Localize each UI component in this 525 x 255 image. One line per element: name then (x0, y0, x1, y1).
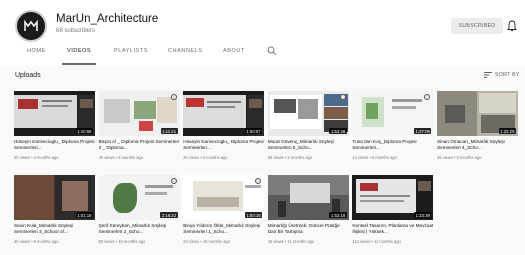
video-title[interactable]: Şerif Süreyban_Mimarlık Söyleşi Seminerl… (99, 223, 180, 236)
video-meta: 50 views • 3 months ago (267, 155, 313, 160)
video-title[interactable]: Kentsel Tasarım, Planlama ve Mevzuat İli… (352, 223, 433, 236)
video-duration: 1:11:21 (160, 128, 178, 134)
video-title[interactable]: Hüseyin Karivecioglu_ Diploma Projesi Se… (14, 139, 95, 152)
video-grid: 1:10:56 Hüseyin Karivecioglu_ Diploma Pr… (14, 91, 518, 255)
channel-header: MarUn_Architecture 68 subscribers SUBSCR… (0, 0, 525, 66)
video-duration: 1:10:56 (75, 128, 93, 134)
video-title[interactable]: Murat Güvenç_Mimarlık Söyleşi Seminerler… (268, 139, 349, 152)
video-meta: 20 views • 3 months ago (183, 155, 228, 160)
video-thumbnail[interactable]: 2:16:22 (98, 175, 180, 220)
uploads-heading: Uploads (15, 72, 41, 79)
video-duration: 1:53:49 (329, 128, 347, 134)
video-title[interactable]: Binya Yıldırım Ölde_Mimarlık Söyleşi Sem… (183, 223, 264, 236)
video-thumbnail[interactable]: 1:27:09 (352, 91, 434, 136)
video-title[interactable]: Sevin Kula_Mimarlık Söyleşi Seminerleri … (14, 223, 95, 236)
video-card[interactable]: 1:27:09 Tuna Ilan Koç_Diploma Projesi Se… (352, 91, 434, 173)
tab-channels[interactable]: CHANNELS (168, 48, 202, 54)
video-title[interactable]: Hüseyin Karivecioglu_ Diploma Projesi Se… (183, 139, 264, 152)
channel-avatar[interactable] (15, 10, 47, 42)
video-thumbnail[interactable]: 1:50:07 (183, 91, 265, 136)
video-card[interactable]: 1:52:18 Mimarlığı Üretmek: Güncel Pratiğ… (267, 175, 349, 255)
video-thumbnail[interactable]: 1:11:21 (98, 91, 180, 136)
video-card[interactable]: 1:22:29 Sinan Omacan_Mimarlık Söyleşi Se… (436, 91, 518, 173)
video-thumbnail[interactable]: 1:50:18 (183, 175, 265, 220)
sort-icon (484, 72, 492, 78)
presenter-badge (424, 94, 431, 100)
video-meta: 30 views • 3 months ago (98, 155, 144, 160)
presenter-badge (339, 94, 346, 100)
video-duration: 1:50:07 (244, 128, 263, 134)
video-title[interactable]: Tuna Ilan Koç_Diploma Projesi Seminerler… (352, 139, 433, 152)
video-thumbnail[interactable]: 1:10:56 (14, 91, 95, 136)
sort-by-label: SORT BY (495, 72, 520, 78)
active-tab-indicator (62, 63, 96, 65)
video-meta: 26 views • 9 months ago (436, 155, 482, 160)
video-card[interactable]: 1:50:18 Binya Yıldırım Ölde_Mimarlık Söy… (183, 175, 265, 255)
video-meta: 14 views • 8 months ago (352, 155, 397, 160)
notification-bell-icon[interactable] (507, 20, 517, 32)
video-thumbnail[interactable]: 1:22:29 (436, 91, 518, 136)
video-thumbnail[interactable]: 1:33:39 (352, 175, 434, 220)
video-duration: 1:27:09 (414, 128, 432, 134)
video-card[interactable]: 1:33:39 Kentsel Tasarım, Planlama ve Mev… (352, 175, 434, 255)
subscribed-button[interactable]: SUBSCRIBED (451, 18, 503, 34)
video-duration: 2:16:22 (160, 212, 178, 218)
video-thumbnail[interactable]: 1:53:49 (267, 91, 349, 136)
tab-about[interactable]: ABOUT (223, 48, 245, 54)
video-card[interactable]: 2:16:22 Şerif Süreyban_Mimarlık Söyleşi … (98, 175, 180, 255)
video-thumbnail[interactable]: 1:01:18 (14, 175, 95, 220)
video-meta: 15 views • 11 months ago (267, 239, 315, 244)
sort-by-button[interactable]: SORT BY (484, 72, 520, 78)
video-card[interactable]: 1:11:21 Büşra Al _ Diploma Projesi Semin… (98, 91, 180, 173)
video-duration: 1:01:18 (75, 212, 93, 218)
video-thumbnail[interactable]: 1:52:18 (267, 175, 349, 220)
channel-logo-icon (24, 19, 38, 31)
video-duration: 1:33:39 (414, 212, 432, 218)
video-title[interactable]: Mimarlığı Üretmek: Güncel Pratiğe Dair B… (268, 223, 349, 236)
video-duration: 1:22:29 (498, 128, 516, 134)
video-meta: 20 views • 3 months ago (14, 155, 59, 160)
subscriber-count: 68 subscribers (56, 28, 96, 34)
video-title[interactable]: Büşra Al _ Diploma Projesi Seminerleri 3… (99, 139, 180, 152)
video-duration: 1:50:18 (244, 212, 263, 218)
search-icon[interactable] (267, 46, 277, 56)
video-meta: 113 views • 11 months ago (352, 239, 401, 244)
video-duration: 1:52:18 (329, 212, 347, 218)
presenter-badge (255, 178, 262, 184)
video-card[interactable]: 1:10:56 Hüseyin Karivecioglu_ Diploma Pr… (14, 91, 95, 173)
tab-videos[interactable]: VIDEOS (67, 48, 91, 54)
video-title[interactable]: Sinan Omacan_Mimarlık Söyleşi Seminerler… (437, 139, 518, 152)
video-card[interactable]: 1:50:07 Hüseyin Karivecioglu_ Diploma Pr… (183, 91, 265, 173)
presenter-badge (170, 178, 177, 184)
video-meta: 48 views • 9 months ago (14, 239, 59, 244)
presenter-badge (170, 94, 177, 100)
tab-home[interactable]: HOME (27, 48, 46, 54)
video-card[interactable]: 1:53:49 Murat Güvenç_Mimarlık Söyleşi Se… (267, 91, 349, 173)
channel-name: MarUn_Architecture (56, 13, 159, 25)
tab-playlists[interactable]: PLAYLISTS (114, 48, 148, 54)
video-meta: 33 views • 10 months ago (183, 239, 230, 244)
video-meta: 50 views • 10 months ago (98, 239, 146, 244)
video-card[interactable]: 1:01:18 Sevin Kula_Mimarlık Söyleşi Semi… (14, 175, 95, 255)
